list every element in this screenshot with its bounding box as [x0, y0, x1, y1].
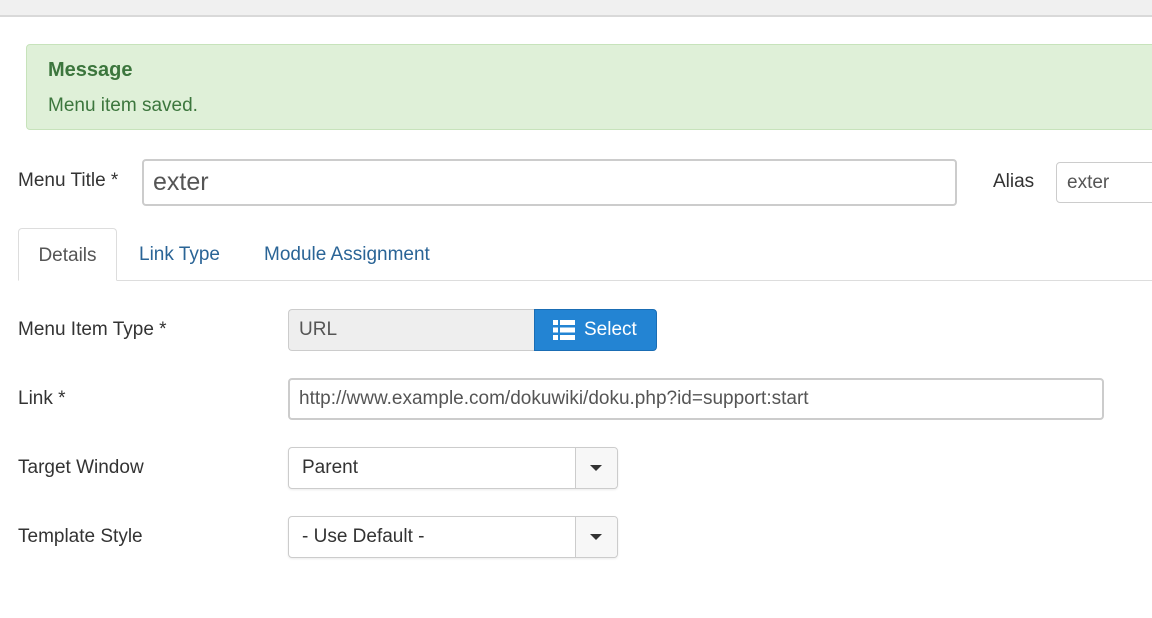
menu-item-edit-page: Message Menu item saved. Menu Title * ex… — [0, 0, 1152, 618]
target-window-toggle[interactable] — [575, 448, 617, 488]
target-window-label: Target Window — [18, 457, 144, 478]
template-style-label: Template Style — [18, 526, 143, 547]
target-window-value: Parent — [302, 457, 358, 478]
menu-item-type-field: URL — [288, 309, 535, 351]
select-type-button[interactable]: Select — [534, 309, 657, 351]
template-style-value: - Use Default - — [302, 526, 425, 547]
tab-details[interactable]: Details — [18, 228, 117, 281]
link-label: Link * — [18, 388, 66, 409]
template-style-select[interactable]: - Use Default - — [288, 516, 618, 558]
success-alert: Message Menu item saved. — [26, 44, 1152, 130]
chevron-down-icon — [590, 534, 602, 540]
template-style-toggle[interactable] — [575, 517, 617, 557]
menu-item-type-label: Menu Item Type * — [18, 319, 167, 340]
chevron-down-icon — [590, 465, 602, 471]
alert-heading: Message — [48, 59, 133, 81]
list-icon — [553, 320, 575, 340]
tab-module-assignment[interactable]: Module Assignment — [264, 228, 430, 281]
tab-link-type[interactable]: Link Type — [139, 228, 220, 281]
select-button-label: Select — [584, 319, 637, 340]
target-window-select[interactable]: Parent — [288, 447, 618, 489]
alert-message: Menu item saved. — [48, 95, 198, 116]
menu-title-label: Menu Title * — [18, 170, 119, 191]
alias-input[interactable]: exter — [1056, 162, 1152, 203]
menu-title-input[interactable]: exter — [142, 159, 957, 206]
toolbar-strip — [0, 0, 1152, 17]
link-input[interactable]: http://www.example.com/dokuwiki/doku.php… — [288, 378, 1104, 420]
alias-label: Alias — [993, 171, 1035, 192]
